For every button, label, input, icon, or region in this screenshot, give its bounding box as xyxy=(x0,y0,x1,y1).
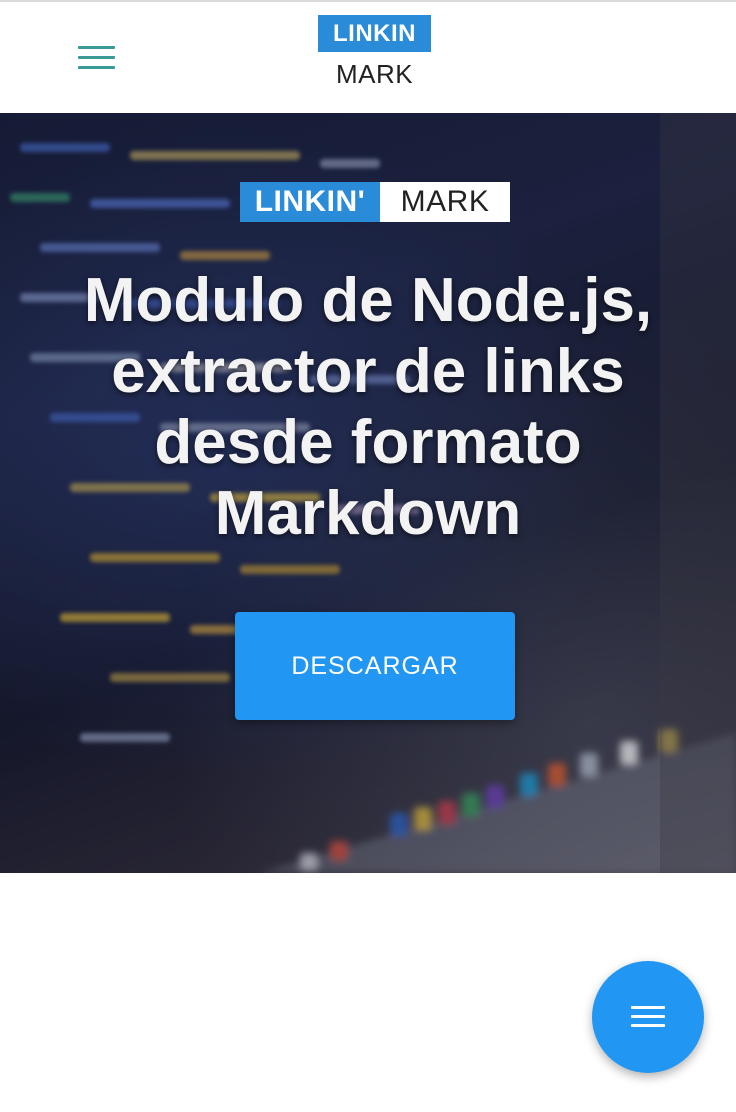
hero-title-line: extractor de links xyxy=(111,337,625,406)
hero-logo-left-text: LINKIN' xyxy=(240,182,380,222)
floating-menu-button[interactable] xyxy=(592,961,704,1073)
hero-logo: LINKIN' MARK xyxy=(240,182,510,222)
brand-logo[interactable]: LINKIN MARK xyxy=(318,15,431,95)
download-button[interactable]: DESCARGAR xyxy=(235,612,515,720)
hero-title-line: desde formato xyxy=(154,408,582,477)
top-navbar: LINKIN MARK xyxy=(0,0,736,113)
hero-title: Modulo de Node.js, extractor de links de… xyxy=(60,265,676,549)
menu-icon xyxy=(631,1006,665,1028)
logo-top-text: LINKIN xyxy=(318,15,431,52)
logo-bottom-text: MARK xyxy=(335,59,414,89)
hero-title-line: Markdown xyxy=(214,479,522,548)
hero-banner: LINKIN' MARK Modulo de Node.js, extracto… xyxy=(0,113,736,873)
hero-title-line: Modulo de Node.js, xyxy=(83,266,653,335)
hero-logo-right-text: MARK xyxy=(380,182,510,222)
hamburger-menu-icon[interactable] xyxy=(78,45,116,73)
